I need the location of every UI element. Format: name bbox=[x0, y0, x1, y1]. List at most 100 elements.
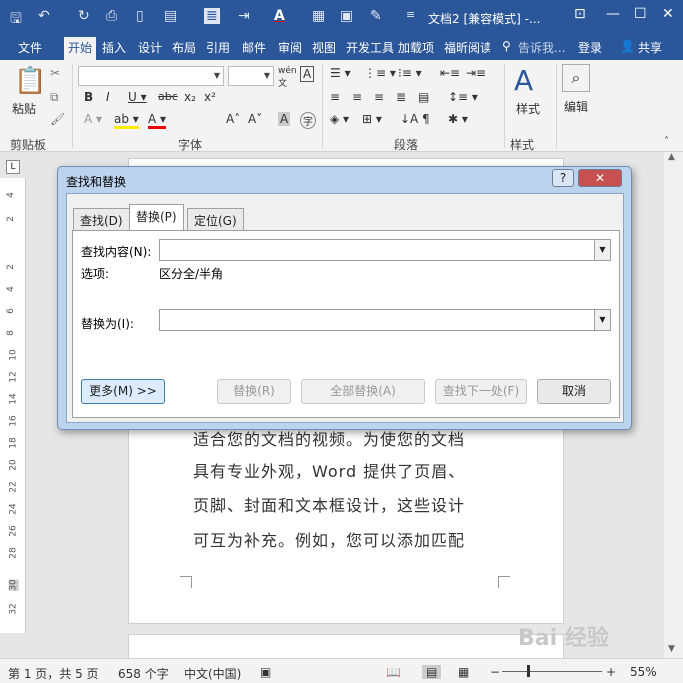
decrease-indent-icon[interactable]: ⇤≡ bbox=[440, 66, 460, 80]
tab-file[interactable]: 文件 bbox=[18, 39, 42, 56]
login-link[interactable]: 登录 bbox=[578, 39, 602, 56]
cancel-button[interactable]: 取消 bbox=[537, 379, 611, 404]
shrink-font-icon[interactable]: A˅ bbox=[248, 112, 262, 126]
zoom-out-icon[interactable]: − bbox=[490, 665, 500, 679]
tab-insert[interactable]: 插入 bbox=[102, 39, 126, 56]
increase-indent-icon[interactable]: ⇥≡ bbox=[466, 66, 486, 80]
chevron-down-icon[interactable]: ▼ bbox=[594, 310, 610, 330]
find-input[interactable]: ▼ bbox=[159, 239, 611, 261]
styles-icon[interactable]: A bbox=[514, 64, 533, 97]
draw-icon[interactable]: ✎ bbox=[370, 8, 382, 24]
document-text-line[interactable]: 具有专业外观，Word 提供了页眉、 bbox=[193, 458, 465, 482]
zoom-thumb[interactable] bbox=[527, 665, 530, 677]
bullets-icon[interactable]: ☰ ▾ bbox=[330, 66, 351, 80]
paste-label[interactable]: 粘贴 bbox=[12, 100, 36, 117]
tab-addins[interactable]: 加载项 bbox=[398, 39, 434, 56]
vertical-ruler[interactable]: 4 2 2 4 6 8 10 12 14 16 18 20 22 24 26 2… bbox=[0, 178, 26, 633]
align-right-icon[interactable]: ≡ bbox=[374, 90, 384, 104]
subscript-icon[interactable]: x₂ bbox=[184, 90, 196, 104]
zoom-in-icon[interactable]: + bbox=[606, 665, 616, 679]
enclose-char-icon[interactable]: 字 bbox=[300, 112, 316, 129]
tab-developer[interactable]: 开发工具 bbox=[346, 39, 394, 56]
paste-format-icon[interactable]: ▤ bbox=[164, 8, 177, 24]
close-icon[interactable]: ✕ bbox=[662, 6, 674, 22]
find-next-button[interactable]: 查找下一处(F) bbox=[435, 379, 527, 404]
font-color-icon[interactable]: A ▾ bbox=[148, 112, 167, 129]
align-left-icon[interactable]: ≡ bbox=[330, 90, 340, 104]
align-center-icon[interactable]: ≡ bbox=[352, 90, 362, 104]
document-text-line[interactable]: 页脚、封面和文本框设计，这些设计 bbox=[193, 492, 465, 516]
tab-selector-icon[interactable]: L bbox=[6, 160, 20, 174]
line-spacing-icon[interactable]: ↕≡ ▾ bbox=[448, 90, 478, 104]
show-marks-icon[interactable]: ¶ bbox=[422, 112, 430, 126]
styles-label[interactable]: 样式 bbox=[516, 100, 540, 117]
replace-all-button[interactable]: 全部替换(A) bbox=[301, 379, 425, 404]
chinese-layout-icon[interactable]: ✱ ▾ bbox=[448, 112, 468, 126]
paragraph-icon[interactable]: ⇥ bbox=[238, 8, 250, 24]
replace-input[interactable]: ▼ bbox=[159, 309, 611, 331]
distributed-icon[interactable]: ▤ bbox=[418, 90, 429, 104]
cut-icon[interactable]: ✂ bbox=[50, 66, 60, 80]
tell-me-search[interactable]: 告诉我... bbox=[518, 39, 565, 56]
chevron-down-icon[interactable]: ▼ bbox=[594, 240, 610, 260]
numbering-icon[interactable]: ⋮≡ ▾ bbox=[364, 66, 396, 80]
phonetic-guide-icon[interactable]: wén 文 bbox=[278, 66, 297, 89]
language-indicator[interactable]: 中文(中国) bbox=[184, 665, 241, 682]
italic-icon[interactable]: I bbox=[106, 90, 110, 104]
grow-font-icon[interactable]: A˄ bbox=[226, 112, 240, 126]
dialog-close-button[interactable]: ✕ bbox=[578, 169, 622, 187]
tab-replace[interactable]: 替换(P) bbox=[129, 204, 184, 231]
tab-view[interactable]: 视图 bbox=[312, 39, 336, 56]
format-painter-icon[interactable]: 🖌 bbox=[50, 112, 65, 126]
tab-references[interactable]: 引用 bbox=[206, 39, 230, 56]
maximize-icon[interactable]: ☐ bbox=[634, 6, 647, 22]
replace-button[interactable]: 替换(R) bbox=[217, 379, 291, 404]
save-icon[interactable]: 🖫 bbox=[10, 8, 22, 32]
minimize-icon[interactable]: — bbox=[606, 6, 620, 22]
word-count[interactable]: 658 个字 bbox=[118, 665, 169, 682]
font-color-icon[interactable]: A bbox=[274, 8, 285, 24]
find-icon[interactable]: ⌕ bbox=[562, 64, 590, 92]
text-effects-icon[interactable]: A ▾ bbox=[84, 112, 102, 126]
scroll-up-icon[interactable]: ▲ bbox=[668, 152, 675, 162]
strikethrough-icon[interactable]: abc bbox=[158, 90, 178, 103]
editing-label[interactable]: 编辑 bbox=[564, 98, 588, 115]
table-icon[interactable]: ▦ bbox=[312, 8, 325, 24]
borders-icon[interactable]: ⊞ ▾ bbox=[362, 112, 382, 126]
bold-icon[interactable]: B bbox=[84, 90, 93, 104]
zoom-slider[interactable] bbox=[502, 671, 602, 672]
collapse-ribbon-icon[interactable]: ˄ bbox=[664, 136, 669, 147]
paste-icon[interactable]: 📋 bbox=[14, 66, 46, 96]
char-border-icon[interactable]: A bbox=[300, 66, 315, 82]
print-layout-icon[interactable]: ▤ bbox=[422, 665, 442, 679]
redo-icon[interactable]: ↻ bbox=[78, 8, 90, 24]
tab-design[interactable]: 设计 bbox=[138, 39, 162, 56]
scroll-down-icon[interactable]: ▼ bbox=[668, 644, 675, 654]
char-shading-icon[interactable]: A bbox=[278, 112, 291, 126]
new-document-icon[interactable]: ▯ bbox=[136, 8, 144, 24]
tab-mailings[interactable]: 邮件 bbox=[242, 39, 266, 56]
read-mode-icon[interactable]: 📖 bbox=[386, 665, 401, 679]
font-size-combo[interactable]: ▼ bbox=[228, 66, 274, 86]
superscript-icon[interactable]: x² bbox=[204, 90, 216, 104]
tab-layout[interactable]: 布局 bbox=[172, 39, 196, 56]
shading-icon[interactable]: ◈ ▾ bbox=[330, 112, 349, 126]
document-text-line[interactable]: 可互为补充。例如，您可以添加匹配 bbox=[193, 527, 465, 551]
restore-ribbon-icon[interactable]: ⊡ bbox=[574, 6, 586, 22]
customize-toolbar-icon[interactable]: ≡ bbox=[406, 8, 415, 21]
share-button[interactable]: 共享 bbox=[638, 39, 662, 56]
tab-find[interactable]: 查找(D) bbox=[73, 208, 130, 230]
font-name-combo[interactable]: ▼ bbox=[78, 66, 224, 86]
justify-icon[interactable]: ≣ bbox=[396, 90, 406, 104]
page-count[interactable]: 第 1 页，共 5 页 bbox=[8, 665, 99, 682]
tab-home[interactable]: 开始 bbox=[64, 37, 97, 60]
highlight-icon[interactable]: ab ▾ bbox=[114, 112, 139, 129]
web-layout-icon[interactable]: ▦ bbox=[458, 665, 469, 679]
sort-icon[interactable]: ↓A bbox=[400, 112, 418, 126]
vertical-scrollbar[interactable]: ▲ ▼ bbox=[664, 152, 683, 658]
copy-icon[interactable]: ⧉ bbox=[50, 90, 59, 105]
grid-icon[interactable]: ▣ bbox=[340, 8, 353, 24]
help-button[interactable]: ? bbox=[552, 169, 574, 187]
tab-goto[interactable]: 定位(G) bbox=[187, 208, 244, 230]
macro-icon[interactable]: ▣ bbox=[260, 665, 271, 679]
